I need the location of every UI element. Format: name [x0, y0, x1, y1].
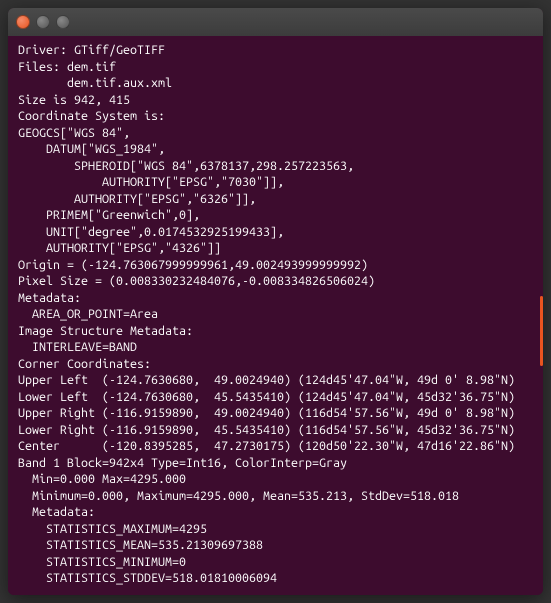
close-icon[interactable]: [16, 15, 30, 29]
titlebar[interactable]: [8, 8, 543, 36]
minimize-icon[interactable]: [36, 15, 50, 29]
terminal-text: Driver: GTiff/GeoTIFF Files: dem.tif dem…: [18, 43, 515, 585]
window-controls: [16, 15, 70, 29]
terminal-output[interactable]: Driver: GTiff/GeoTIFF Files: dem.tif dem…: [8, 36, 543, 595]
maximize-icon[interactable]: [56, 15, 70, 29]
scrollbar-thumb[interactable]: [540, 296, 543, 366]
terminal-window: Driver: GTiff/GeoTIFF Files: dem.tif dem…: [8, 8, 543, 595]
